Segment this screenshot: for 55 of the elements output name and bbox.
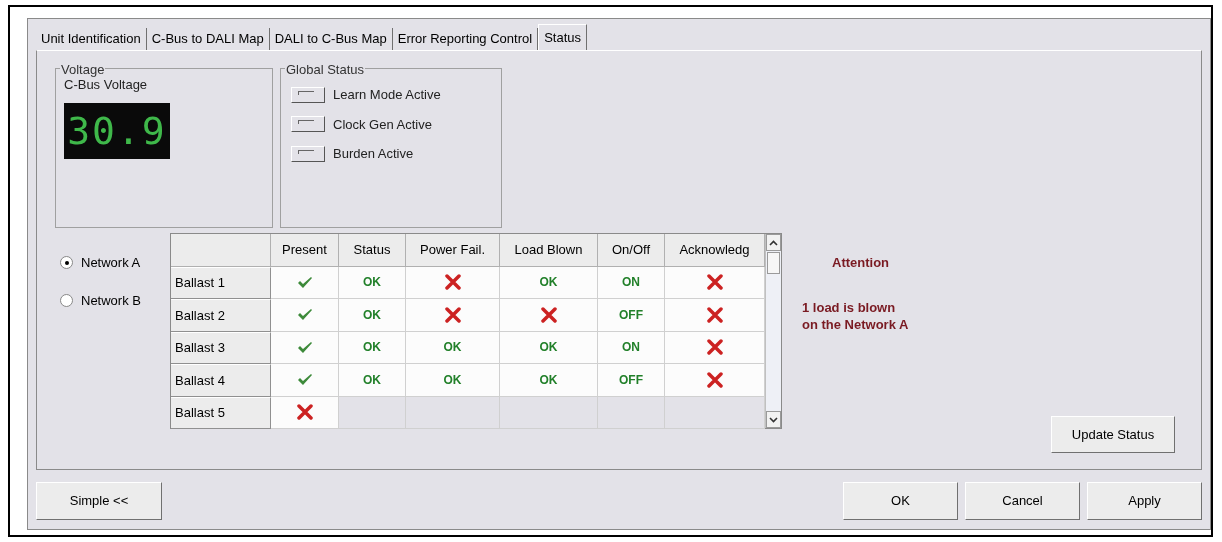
cross-icon — [444, 306, 461, 323]
row-header: Ballast 1 — [171, 266, 271, 299]
row-header: Ballast 5 — [171, 396, 271, 429]
table-cell-text: OK — [363, 274, 381, 292]
column-header: Status — [339, 234, 406, 267]
attention-title: Attention — [831, 254, 891, 272]
table-cell-text: OFF — [619, 371, 643, 389]
check-icon — [296, 308, 313, 322]
cross-icon — [444, 274, 461, 291]
table-cell-text: ON — [622, 339, 640, 357]
voltage-label: C-Bus Voltage — [64, 77, 149, 94]
cross-icon — [706, 339, 723, 356]
table-cell-text: ON — [622, 274, 640, 292]
indicator-label: Clock Gen Active — [333, 115, 432, 134]
cross-icon — [296, 404, 313, 421]
dialog-button[interactable]: Apply — [1087, 482, 1202, 520]
table-cell-text: OFF — [619, 306, 643, 324]
table-cell-text: OK — [443, 371, 462, 389]
network-radio[interactable]: Network A — [60, 253, 170, 273]
cross-icon — [706, 306, 723, 323]
column-header: On/Off — [598, 234, 665, 267]
table-cell-text: OK — [539, 339, 558, 357]
row-header: Ballast 4 — [171, 364, 271, 397]
row-header: Ballast 3 — [171, 331, 271, 364]
table-cell-text: OK — [443, 339, 462, 357]
column-header: Present — [271, 234, 339, 267]
scrollbar[interactable] — [765, 234, 781, 428]
cross-icon — [706, 274, 723, 291]
check-icon — [296, 275, 313, 289]
table-cell-text: OK — [363, 371, 381, 389]
cross-icon — [706, 371, 723, 388]
scroll-up-icon[interactable] — [766, 234, 781, 251]
scroll-thumb[interactable] — [767, 252, 780, 274]
tab[interactable]: Status — [538, 24, 587, 51]
row-header: Ballast 2 — [171, 299, 271, 332]
simple-button[interactable]: Simple << — [36, 482, 162, 520]
table-cell-text: OK — [363, 339, 381, 357]
cross-icon — [540, 306, 557, 323]
dialog-button[interactable]: OK — [843, 482, 958, 520]
voltage-reading: 30.9 — [67, 111, 167, 150]
table-cell-text: OK — [539, 371, 558, 389]
check-icon — [296, 340, 313, 354]
column-header: Load Blown — [500, 234, 598, 267]
column-header: Acknowledg — [665, 234, 765, 267]
network-radio[interactable]: Network B — [60, 290, 170, 310]
table-cell-text: OK — [363, 306, 381, 324]
update-status-button[interactable]: Update Status — [1051, 416, 1175, 453]
dialog-button[interactable]: Cancel — [965, 482, 1080, 520]
table-cell-text: OK — [539, 274, 558, 292]
indicator-label: Learn Mode Active — [333, 86, 441, 104]
scroll-down-icon[interactable] — [766, 411, 781, 428]
indicator-label: Burden Active — [333, 145, 414, 163]
check-icon — [296, 373, 313, 387]
column-header: Power Fail. — [406, 234, 500, 267]
attention-message: 1 load is blown on the Network A — [802, 298, 909, 333]
